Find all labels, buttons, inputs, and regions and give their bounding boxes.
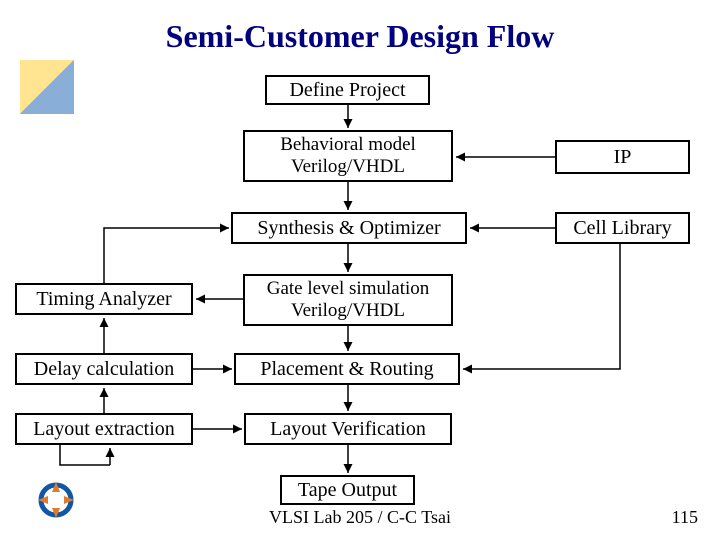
box-label-line1: Behavioral model	[280, 134, 416, 156]
box-cell-library: Cell Library	[555, 212, 690, 244]
page-title: Semi-Customer Design Flow	[0, 18, 720, 55]
box-label: Synthesis & Optimizer	[257, 217, 440, 240]
box-label: Timing Analyzer	[36, 288, 171, 311]
box-ip: IP	[555, 140, 690, 174]
box-behavioral-model: Behavioral model Verilog/VHDL	[243, 130, 453, 182]
slide-accent-icon	[20, 60, 74, 114]
footer-text: VLSI Lab 205 / C-C Tsai	[0, 507, 720, 528]
box-label: Layout Verification	[270, 418, 426, 441]
box-label: Delay calculation	[34, 358, 175, 381]
box-placement-routing: Placement & Routing	[234, 353, 460, 385]
box-synthesis-optimizer: Synthesis & Optimizer	[231, 212, 467, 244]
box-layout-extraction: Layout extraction	[15, 413, 193, 445]
box-tape-output: Tape Output	[280, 475, 415, 505]
box-label: Layout extraction	[33, 418, 175, 441]
box-label-line2: Verilog/VHDL	[291, 156, 405, 178]
box-label-line2: Verilog/VHDL	[291, 300, 405, 322]
box-define-project: Define Project	[265, 75, 430, 105]
box-label: Define Project	[289, 79, 405, 102]
box-label-line1: Gate level simulation	[267, 278, 430, 300]
box-layout-verification: Layout Verification	[244, 413, 452, 445]
box-timing-analyzer: Timing Analyzer	[15, 283, 193, 315]
page-number: 115	[672, 507, 698, 528]
box-label: Cell Library	[573, 217, 671, 240]
box-gate-level-sim: Gate level simulation Verilog/VHDL	[243, 274, 453, 326]
box-label: Tape Output	[298, 479, 397, 502]
box-delay-calculation: Delay calculation	[15, 353, 193, 385]
box-label: IP	[614, 146, 632, 169]
box-label: Placement & Routing	[260, 358, 433, 381]
